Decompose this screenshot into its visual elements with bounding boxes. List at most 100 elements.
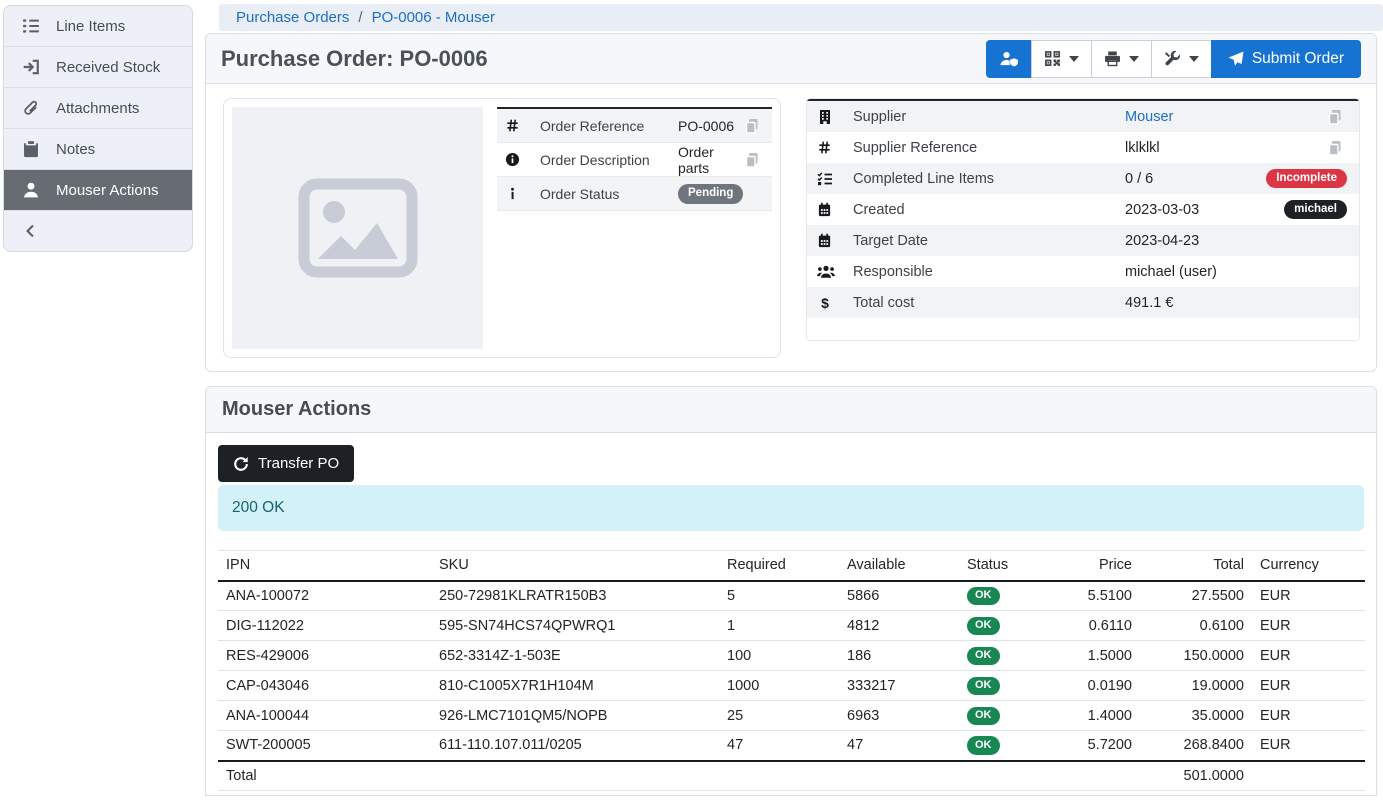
cell-status: OK (959, 671, 1074, 701)
sidebar-item-received-stock[interactable]: Received Stock (4, 47, 192, 88)
order-details-card: Order Reference PO-0006 Order Descriptio… (223, 98, 781, 358)
copy-icon[interactable] (744, 118, 764, 134)
breadcrumb-link-purchase-orders[interactable]: Purchase Orders (236, 9, 349, 26)
total-value: 501.0000 (1140, 761, 1252, 791)
clipboard-icon (21, 140, 41, 158)
ok-badge: OK (967, 587, 1000, 605)
cell-currency: EUR (1252, 731, 1365, 761)
detail-label: Responsible (853, 264, 1125, 280)
cell-ipn: RES-429006 (218, 641, 431, 671)
cell-total: 150.0000 (1140, 641, 1252, 671)
table-row: ANA-100044 926-LMC7101QM5/NOPB 25 6963 O… (218, 701, 1365, 731)
cell-required: 100 (719, 641, 839, 671)
col-header-sku: SKU (431, 551, 719, 581)
table-row: CAP-043046 810-C1005X7R1H104M 1000 33321… (218, 671, 1365, 701)
cell-currency: EUR (1252, 701, 1365, 731)
table-row: RES-429006 652-3314Z-1-503E 100 186 OK 1… (218, 641, 1365, 671)
copy-icon[interactable] (1327, 109, 1347, 125)
hashtag-icon (817, 140, 853, 155)
order-image-placeholder[interactable] (232, 107, 483, 349)
submit-order-button[interactable]: Submit Order (1211, 40, 1361, 78)
cell-total: 27.5500 (1140, 581, 1252, 611)
cell-total: 0.6100 (1140, 611, 1252, 641)
status-badge-pending: Pending (678, 184, 743, 204)
calendar-icon (817, 202, 853, 217)
copy-icon[interactable] (1327, 140, 1347, 156)
list-check-icon (817, 171, 853, 187)
detail-value: michael (user) (1125, 264, 1347, 280)
incomplete-badge: Incomplete (1266, 169, 1347, 189)
supplier-link[interactable]: Mouser (1125, 109, 1173, 125)
breadcrumb: Purchase Orders / PO-0006 - Mouser (219, 4, 1383, 31)
order-actions-toolbar: Submit Order (986, 40, 1361, 78)
sidebar-item-notes[interactable]: Notes (4, 129, 192, 170)
status-alert: 200 OK (218, 485, 1364, 531)
cell-total: 268.8400 (1140, 731, 1252, 761)
cell-available: 333217 (839, 671, 959, 701)
supplier-detail-row: Completed Line Items 0 / 6 Incomplete (807, 163, 1359, 194)
sidebar-item-label: Received Stock (56, 59, 160, 76)
cell-available: 6963 (839, 701, 959, 731)
supplier-detail-row: $ Total cost 491.1 € (807, 287, 1359, 318)
detail-value: lklklkl (1125, 140, 1327, 156)
sidebar-item-label: Notes (56, 141, 95, 158)
supplier-detail-row: Responsible michael (user) (807, 256, 1359, 287)
info-circle-icon (505, 152, 540, 167)
info-icon (505, 186, 540, 201)
sidebar-item-attachments[interactable]: Attachments (4, 88, 192, 129)
sidebar-collapse-button[interactable] (4, 211, 192, 251)
cell-price: 1.4000 (1074, 701, 1140, 731)
paper-plane-icon (1228, 51, 1244, 67)
purchase-order-header: Purchase Order: PO-0006 (206, 34, 1376, 84)
cell-required: 1 (719, 611, 839, 641)
print-dropdown-button[interactable] (1091, 40, 1152, 78)
mouser-actions-panel: Mouser Actions Transfer PO 200 OK IPN SK… (205, 386, 1377, 796)
cell-price: 5.5100 (1074, 581, 1140, 611)
calendar-icon (817, 233, 853, 248)
cell-price: 0.0190 (1074, 671, 1140, 701)
barcode-dropdown-button[interactable] (1031, 40, 1092, 78)
table-row: DIG-112022 595-SN74HCS74QPWRQ1 1 4812 OK… (218, 611, 1365, 641)
refresh-icon (233, 456, 249, 472)
total-label: Total (218, 761, 431, 791)
hashtag-icon (505, 118, 540, 133)
printer-icon (1104, 50, 1121, 67)
detail-value: 0 / 6 (1125, 171, 1266, 187)
sidebar-item-mouser-actions[interactable]: Mouser Actions (4, 170, 192, 211)
cell-currency: EUR (1252, 671, 1365, 701)
sidebar-item-label: Line Items (56, 18, 125, 35)
detail-value: 2023-04-23 (1125, 233, 1347, 249)
cell-ipn: DIG-112022 (218, 611, 431, 641)
image-placeholder-icon (297, 178, 419, 278)
ok-badge: OK (967, 677, 1000, 695)
cell-status: OK (959, 611, 1074, 641)
detail-label: Completed Line Items (853, 171, 1125, 187)
cell-price: 0.6110 (1074, 611, 1140, 641)
breadcrumb-link-current[interactable]: PO-0006 - Mouser (372, 9, 495, 26)
cell-available: 47 (839, 731, 959, 761)
cell-currency: EUR (1252, 611, 1365, 641)
detail-label: Created (853, 202, 1125, 218)
cell-ipn: ANA-100044 (218, 701, 431, 731)
cell-required: 1000 (719, 671, 839, 701)
user-icon (21, 181, 41, 199)
caret-down-icon (1069, 56, 1079, 62)
cell-required: 47 (719, 731, 839, 761)
cell-sku: 250-72981KLRATR150B3 (431, 581, 719, 611)
cell-sku: 652-3314Z-1-503E (431, 641, 719, 671)
cell-sku: 611-110.107.011/0205 (431, 731, 719, 761)
order-tools-dropdown-button[interactable] (1151, 40, 1212, 78)
table-row: SWT-200005 611-110.107.011/0205 47 47 OK… (218, 731, 1365, 761)
copy-icon[interactable] (744, 152, 764, 168)
sidebar-item-line-items[interactable]: Line Items (4, 6, 192, 47)
detail-label: Target Date (853, 233, 1125, 249)
ok-badge: OK (967, 617, 1000, 635)
cell-required: 5 (719, 581, 839, 611)
sidebar-item-label: Mouser Actions (56, 182, 159, 199)
detail-label: Total cost (853, 295, 1125, 311)
page-title: Purchase Order: PO-0006 (221, 46, 488, 72)
transfer-po-button[interactable]: Transfer PO (218, 445, 354, 482)
cell-price: 1.5000 (1074, 641, 1140, 671)
supplier-detail-row: Target Date 2023-04-23 (807, 225, 1359, 256)
approvals-button[interactable] (986, 40, 1032, 78)
